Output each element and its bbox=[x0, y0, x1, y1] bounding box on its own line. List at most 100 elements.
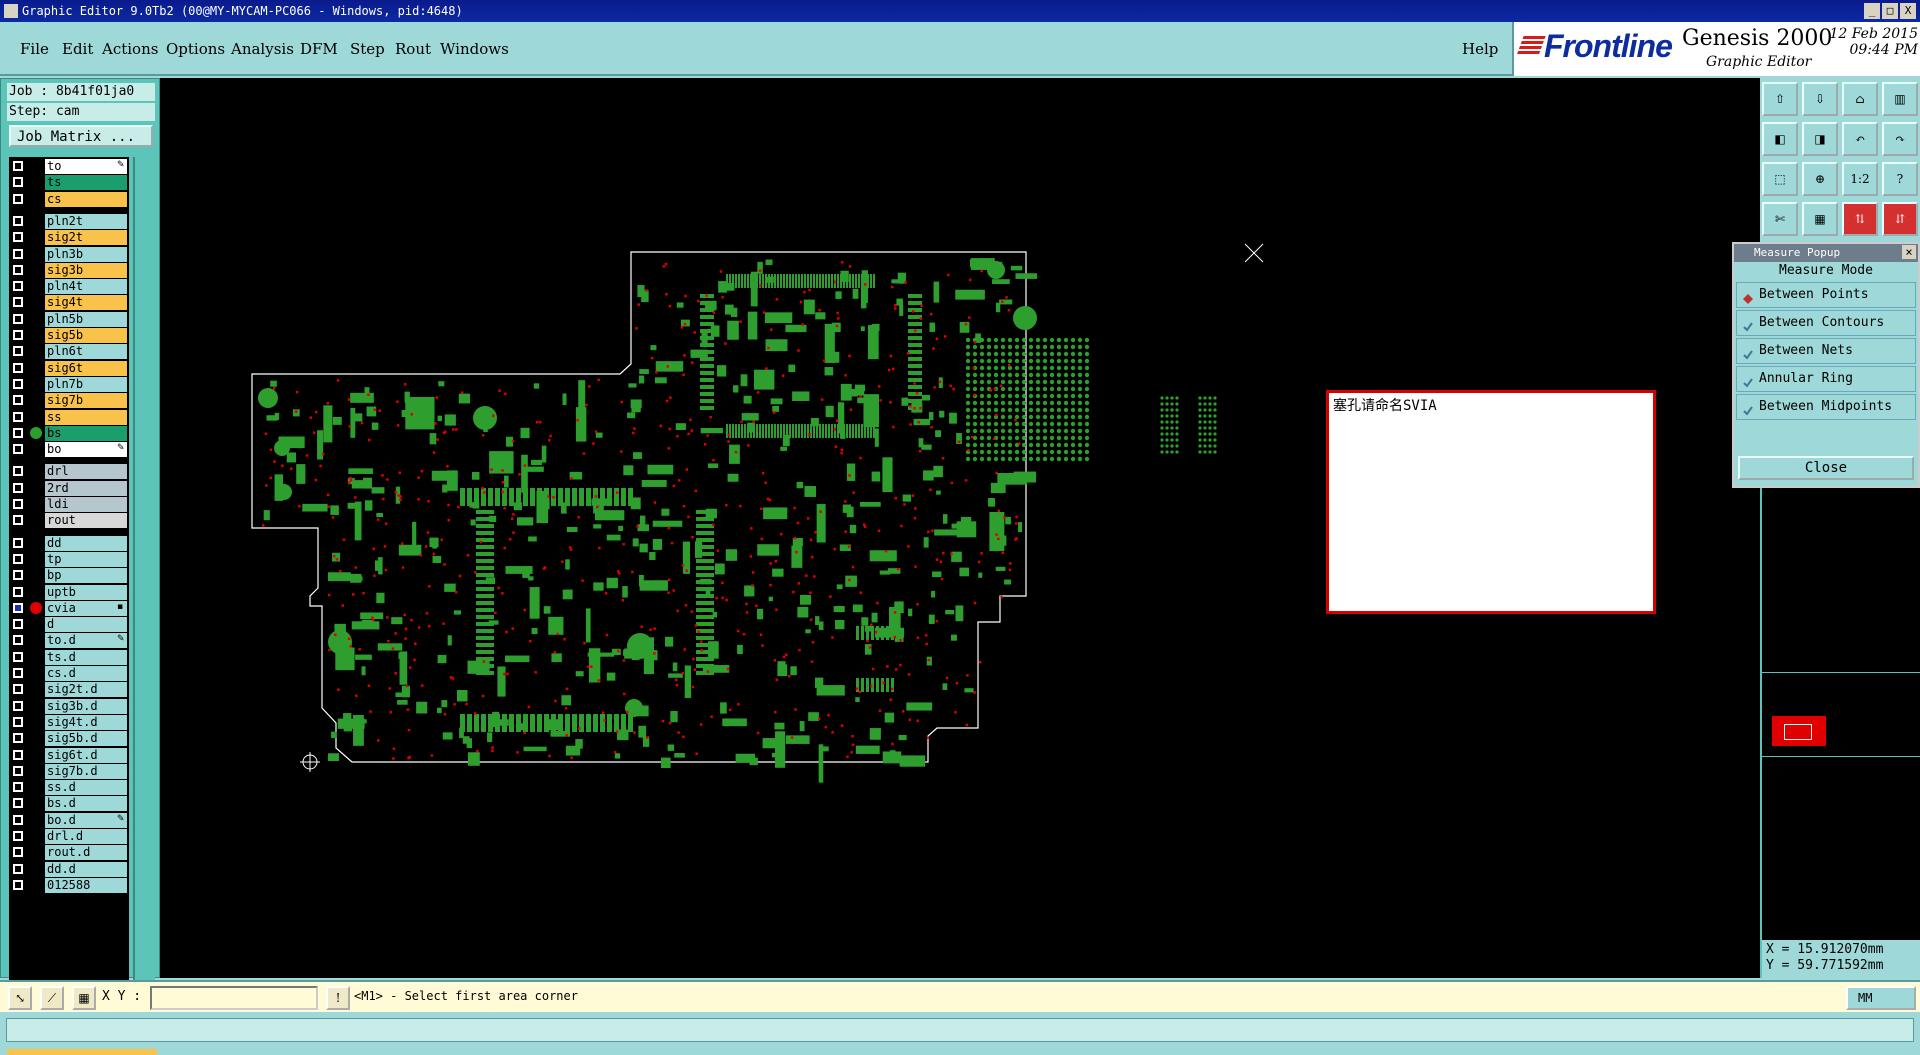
layer-row-bs[interactable]: bs bbox=[9, 425, 129, 441]
layer-checkbox[interactable] bbox=[13, 570, 23, 581]
layer-checkbox[interactable] bbox=[13, 215, 23, 226]
minimize-button[interactable]: _ bbox=[1864, 3, 1880, 19]
layer-name[interactable]: sig3b bbox=[45, 262, 127, 278]
layer-checkbox[interactable] bbox=[13, 879, 23, 890]
layer-name[interactable]: d bbox=[45, 617, 127, 633]
layer-name[interactable]: cs.d bbox=[45, 666, 127, 681]
layer-row-rout-d[interactable]: rout.d bbox=[9, 845, 129, 861]
layer-checkbox[interactable] bbox=[13, 733, 23, 744]
layer-row-rout[interactable]: rout bbox=[9, 513, 129, 529]
layer-name[interactable]: dd.d bbox=[45, 861, 127, 877]
layer-row-d[interactable]: d bbox=[9, 617, 129, 633]
layer-row-sig3b-d[interactable]: sig3b.d bbox=[9, 698, 129, 714]
layer-name[interactable]: drl.d bbox=[45, 829, 127, 844]
layer-checkbox[interactable] bbox=[13, 395, 23, 406]
undo-view-icon[interactable]: ↶ bbox=[1842, 122, 1878, 156]
menu-help[interactable]: Help bbox=[1462, 40, 1498, 58]
snap-icon[interactable]: ✄ bbox=[1762, 202, 1798, 236]
layer-row-cs[interactable]: cs bbox=[9, 191, 129, 207]
layer-name[interactable]: ldi bbox=[45, 497, 127, 512]
layer-name[interactable]: sig6t.d bbox=[45, 747, 127, 763]
layer-name[interactable]: rout bbox=[45, 513, 127, 529]
layer-name[interactable]: 012588 bbox=[45, 877, 127, 893]
layer-row-cs-d[interactable]: cs.d bbox=[9, 666, 129, 681]
layer-name[interactable]: bp bbox=[45, 568, 127, 584]
layer-name[interactable]: sig4t bbox=[45, 295, 127, 311]
layer-checkbox[interactable] bbox=[13, 346, 23, 357]
layer-row-pln2t[interactable]: pln2t bbox=[9, 213, 129, 229]
measure-option-between-points[interactable]: Between Points bbox=[1736, 282, 1916, 308]
layer-row-pln7b[interactable]: pln7b bbox=[9, 376, 129, 392]
job-matrix-button[interactable]: Job Matrix ... bbox=[9, 125, 153, 147]
layer-row-ldi[interactable]: ldi bbox=[9, 497, 129, 512]
layer-checkbox[interactable] bbox=[13, 537, 23, 548]
layer-row-sig5b[interactable]: sig5b bbox=[9, 328, 129, 343]
layer-row-pln4t[interactable]: pln4t bbox=[9, 279, 129, 295]
layer-name[interactable]: uptb bbox=[45, 584, 127, 600]
layer-checkbox[interactable] bbox=[13, 330, 23, 340]
layer-row-bp[interactable]: bp bbox=[9, 568, 129, 584]
layer-row-2rd[interactable]: 2rd bbox=[9, 480, 129, 496]
layer-name[interactable]: sig2t.d bbox=[45, 682, 127, 698]
layer-checkbox[interactable] bbox=[13, 515, 23, 526]
layer-row-sig6t[interactable]: sig6t bbox=[9, 360, 129, 376]
layer-name[interactable]: pln6t bbox=[45, 344, 127, 360]
layer-checkbox[interactable] bbox=[13, 193, 23, 204]
xy-input[interactable] bbox=[150, 986, 318, 1010]
layer-checkbox[interactable] bbox=[13, 466, 23, 477]
pan-left-icon[interactable]: ◧ bbox=[1762, 122, 1798, 156]
redo-view-icon[interactable]: ↷ bbox=[1882, 122, 1918, 156]
layer-name[interactable]: sig7b.d bbox=[45, 763, 127, 779]
menu-windows[interactable]: Windows bbox=[440, 40, 509, 58]
measure-option-between-contours[interactable]: Between Contours bbox=[1736, 310, 1916, 336]
menu-dfm[interactable]: DFM bbox=[300, 40, 338, 58]
split-view-icon[interactable]: ▥ bbox=[1882, 82, 1918, 116]
measure-popup-titlebar[interactable]: Measure Popup × bbox=[1734, 244, 1918, 262]
layer-name[interactable]: sig6t bbox=[45, 360, 127, 376]
layer-checkbox[interactable] bbox=[13, 814, 23, 825]
command-line[interactable] bbox=[6, 1018, 1914, 1042]
layer-row-bo-d[interactable]: bo.d ✎ bbox=[9, 812, 129, 828]
layer-name[interactable]: pln3b bbox=[45, 246, 127, 262]
home-icon[interactable]: ⌂ bbox=[1842, 82, 1878, 116]
layer-checkbox[interactable] bbox=[13, 831, 23, 841]
layer-checkbox[interactable] bbox=[13, 635, 23, 646]
layer-name[interactable]: ts bbox=[45, 175, 127, 191]
layer-row-pln3b[interactable]: pln3b bbox=[9, 246, 129, 262]
measure-close-button[interactable]: Close bbox=[1738, 456, 1914, 480]
layer-row-to[interactable]: to ✎ bbox=[9, 159, 129, 174]
layer-name[interactable]: ts.d bbox=[45, 649, 127, 665]
layer-checkbox[interactable] bbox=[13, 281, 23, 292]
layer-row-ss-d[interactable]: ss.d bbox=[9, 780, 129, 796]
zoom-center-icon[interactable]: ⊕ bbox=[1802, 162, 1838, 196]
layer-row-sig5b-d[interactable]: sig5b.d bbox=[9, 731, 129, 747]
layer-checkbox[interactable] bbox=[13, 847, 23, 858]
layer-checkbox[interactable] bbox=[13, 444, 23, 455]
layer-row-dd[interactable]: dd bbox=[9, 535, 129, 551]
layer-name[interactable]: bo bbox=[45, 442, 127, 458]
layer-checkbox[interactable] bbox=[13, 378, 23, 389]
layer-checkbox[interactable] bbox=[13, 716, 23, 727]
layer-checkbox[interactable] bbox=[13, 177, 23, 188]
layer-list-scrollbar[interactable] bbox=[133, 157, 155, 1017]
layer-row-sig4t-d[interactable]: sig4t.d bbox=[9, 714, 129, 730]
layer-name[interactable]: to.d bbox=[45, 633, 127, 649]
grid-icon[interactable]: ▦ bbox=[1802, 202, 1838, 236]
layer-name[interactable]: to bbox=[45, 159, 127, 174]
measure-option-annular-ring[interactable]: Annular Ring bbox=[1736, 366, 1916, 392]
measure-option-between-midpoints[interactable]: Between Midpoints bbox=[1736, 394, 1916, 420]
menu-file[interactable]: File bbox=[20, 40, 49, 58]
layer-name[interactable]: ss bbox=[45, 409, 127, 425]
layer-row-sig4t[interactable]: sig4t bbox=[9, 295, 129, 311]
layer-name[interactable]: 2rd bbox=[45, 480, 127, 496]
menu-step[interactable]: Step bbox=[350, 40, 385, 58]
layer-checkbox[interactable] bbox=[13, 313, 23, 324]
layer-checkbox[interactable] bbox=[13, 668, 23, 678]
help-icon[interactable]: ? bbox=[1882, 162, 1918, 196]
menu-edit[interactable]: Edit bbox=[62, 40, 93, 58]
layer-row-ts[interactable]: ts bbox=[9, 175, 129, 191]
layer-row-sig3b[interactable]: sig3b bbox=[9, 262, 129, 278]
layer-name[interactable]: sig7b bbox=[45, 393, 127, 409]
layer-row-012588[interactable]: 012588 bbox=[9, 877, 129, 893]
layer-row-sig2t[interactable]: sig2t bbox=[9, 230, 129, 246]
